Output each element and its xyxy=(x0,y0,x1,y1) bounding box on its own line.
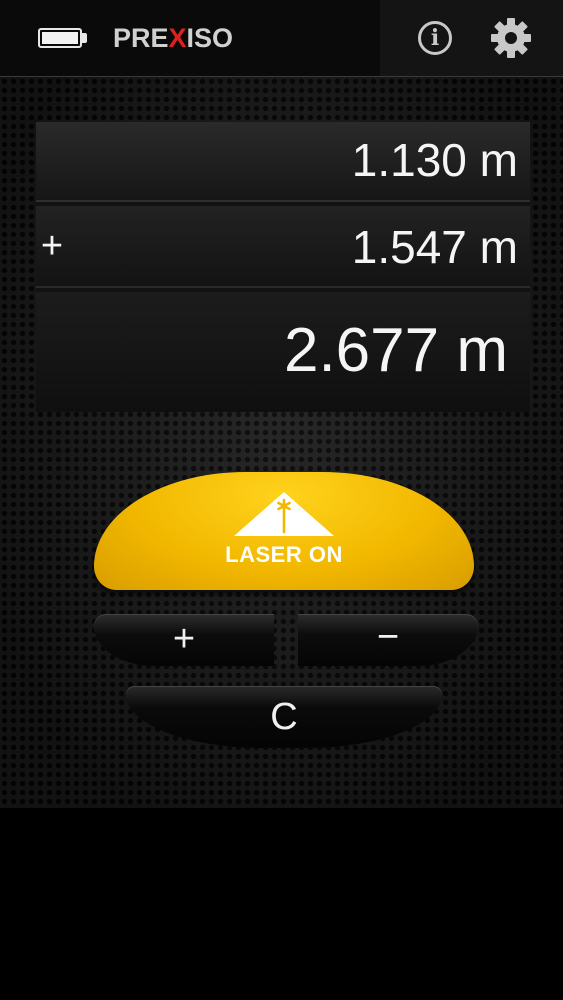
battery-tip xyxy=(82,33,87,43)
brand-suffix: ISO xyxy=(186,23,234,53)
laser-button-label: LASER ON xyxy=(225,542,343,567)
gear-icon[interactable] xyxy=(490,17,532,59)
app-screen: PREXISO i 1.130 m 1.547 m 2.677 m + LASE… xyxy=(0,0,563,1000)
brand-prefix: PRE xyxy=(113,23,169,53)
battery-icon xyxy=(38,28,82,48)
brand-logo: PREXISO xyxy=(113,22,233,54)
operator-sign: + xyxy=(40,225,64,267)
add-button[interactable]: + xyxy=(94,614,274,666)
top-bar-actions xyxy=(380,0,563,76)
subtract-button[interactable]: − xyxy=(298,614,478,666)
measurement-display: 1.130 m 1.547 m 2.677 m xyxy=(36,122,530,412)
result-row: 2.677 m xyxy=(36,292,530,412)
result-value: 2.677 m xyxy=(283,316,508,385)
measurement-row-2: 1.547 m xyxy=(36,206,530,288)
measurement-1-value: 1.130 m xyxy=(351,134,518,186)
info-icon[interactable]: i xyxy=(418,21,452,55)
measurement-2-value: 1.547 m xyxy=(351,221,518,273)
laser-warning-icon xyxy=(234,492,334,536)
battery-level xyxy=(42,32,78,44)
measurement-row-1: 1.130 m xyxy=(36,122,530,202)
brand-accent: X xyxy=(168,23,187,53)
top-bar: PREXISO i xyxy=(0,0,563,76)
